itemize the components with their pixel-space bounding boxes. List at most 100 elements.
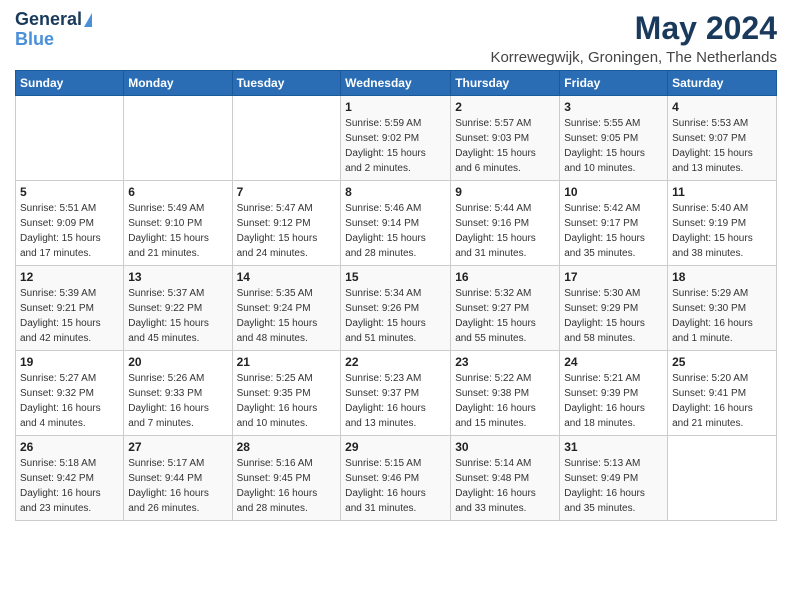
day-info: Sunrise: 5:44 AM Sunset: 9:16 PM Dayligh… bbox=[455, 201, 555, 261]
header-tuesday: Tuesday bbox=[232, 71, 341, 96]
day-number: 26 bbox=[20, 440, 119, 454]
day-info: Sunrise: 5:55 AM Sunset: 9:05 PM Dayligh… bbox=[564, 116, 663, 176]
header: General Blue May 2024 Korrewegwijk, Gron… bbox=[15, 10, 777, 66]
day-number: 12 bbox=[20, 270, 119, 284]
day-info: Sunrise: 5:22 AM Sunset: 9:38 PM Dayligh… bbox=[455, 371, 555, 431]
calendar-cell: 24Sunrise: 5:21 AM Sunset: 9:39 PM Dayli… bbox=[560, 351, 668, 436]
day-number: 3 bbox=[564, 100, 663, 114]
calendar-cell: 17 Sunrise: 5:30 AM Sunset: 9:29 PM Dayli… bbox=[560, 266, 668, 351]
calendar-cell: 16Sunrise: 5:32 AM Sunset: 9:27 PM Dayli… bbox=[451, 266, 560, 351]
calendar-cell: 29 Sunrise: 5:15 AM Sunset: 9:46 PM Dayli… bbox=[341, 436, 451, 521]
main-title: May 2024 bbox=[490, 10, 777, 47]
day-info: Sunrise: 5:30 AM Sunset: 9:29 PM Dayligh… bbox=[564, 286, 663, 346]
subtitle: Korrewegwijk, Groningen, The Netherlands bbox=[490, 49, 777, 66]
week-row-3: 12 Sunrise: 5:39 AM Sunset: 9:21 PM Dayli… bbox=[16, 266, 777, 351]
calendar-cell: 11 Sunrise: 5:40 AM Sunset: 9:19 PM Dayli… bbox=[668, 181, 777, 266]
weekday-header-row: Sunday Monday Tuesday Wednesday Thursday… bbox=[16, 71, 777, 96]
header-friday: Friday bbox=[560, 71, 668, 96]
day-number: 20 bbox=[128, 355, 227, 369]
day-info: Sunrise: 5:59 AM Sunset: 9:02 PM Dayligh… bbox=[345, 116, 446, 176]
calendar-cell: 5 Sunrise: 5:51 AM Sunset: 9:09 PM Daylig… bbox=[16, 181, 124, 266]
logo-triangle-icon bbox=[84, 13, 92, 27]
day-info: Sunrise: 5:13 AM Sunset: 9:49 PM Dayligh… bbox=[564, 456, 663, 516]
day-info: Sunrise: 5:17 AM Sunset: 9:44 PM Dayligh… bbox=[128, 456, 227, 516]
day-info: Sunrise: 5:57 AM Sunset: 9:03 PM Dayligh… bbox=[455, 116, 555, 176]
week-row-1: 1 Sunrise: 5:59 AM Sunset: 9:02 PM Daylig… bbox=[16, 96, 777, 181]
calendar-cell: 15Sunrise: 5:34 AM Sunset: 9:26 PM Dayli… bbox=[341, 266, 451, 351]
day-number: 7 bbox=[237, 185, 337, 199]
day-number: 15 bbox=[345, 270, 446, 284]
day-info: Sunrise: 5:18 AM Sunset: 9:42 PM Dayligh… bbox=[20, 456, 119, 516]
day-number: 31 bbox=[564, 440, 663, 454]
calendar-cell: 23 Sunrise: 5:22 AM Sunset: 9:38 PM Dayli… bbox=[451, 351, 560, 436]
header-wednesday: Wednesday bbox=[341, 71, 451, 96]
day-info: Sunrise: 5:27 AM Sunset: 9:32 PM Dayligh… bbox=[20, 371, 119, 431]
day-info: Sunrise: 5:32 AM Sunset: 9:27 PM Dayligh… bbox=[455, 286, 555, 346]
header-sunday: Sunday bbox=[16, 71, 124, 96]
calendar-cell: 18 Sunrise: 5:29 AM Sunset: 9:30 PM Dayli… bbox=[668, 266, 777, 351]
week-row-4: 19 Sunrise: 5:27 AM Sunset: 9:32 PM Dayli… bbox=[16, 351, 777, 436]
day-info: Sunrise: 5:26 AM Sunset: 9:33 PM Dayligh… bbox=[128, 371, 227, 431]
calendar-cell: 30Sunrise: 5:14 AM Sunset: 9:48 PM Dayli… bbox=[451, 436, 560, 521]
day-number: 19 bbox=[20, 355, 119, 369]
day-number: 4 bbox=[672, 100, 772, 114]
calendar-cell: 12 Sunrise: 5:39 AM Sunset: 9:21 PM Dayli… bbox=[16, 266, 124, 351]
calendar-cell: 21 Sunrise: 5:25 AM Sunset: 9:35 PM Dayli… bbox=[232, 351, 341, 436]
header-saturday: Saturday bbox=[668, 71, 777, 96]
header-thursday: Thursday bbox=[451, 71, 560, 96]
calendar-cell bbox=[232, 96, 341, 181]
logo-text-line2: Blue bbox=[15, 30, 54, 50]
day-info: Sunrise: 5:40 AM Sunset: 9:19 PM Dayligh… bbox=[672, 201, 772, 261]
day-info: Sunrise: 5:53 AM Sunset: 9:07 PM Dayligh… bbox=[672, 116, 772, 176]
calendar-cell: 19 Sunrise: 5:27 AM Sunset: 9:32 PM Dayli… bbox=[16, 351, 124, 436]
day-info: Sunrise: 5:37 AM Sunset: 9:22 PM Dayligh… bbox=[128, 286, 227, 346]
day-info: Sunrise: 5:20 AM Sunset: 9:41 PM Dayligh… bbox=[672, 371, 772, 431]
day-info: Sunrise: 5:29 AM Sunset: 9:30 PM Dayligh… bbox=[672, 286, 772, 346]
day-number: 17 bbox=[564, 270, 663, 284]
day-info: Sunrise: 5:46 AM Sunset: 9:14 PM Dayligh… bbox=[345, 201, 446, 261]
calendar-cell: 14Sunrise: 5:35 AM Sunset: 9:24 PM Dayli… bbox=[232, 266, 341, 351]
day-number: 2 bbox=[455, 100, 555, 114]
header-monday: Monday bbox=[124, 71, 232, 96]
calendar-cell bbox=[16, 96, 124, 181]
day-info: Sunrise: 5:39 AM Sunset: 9:21 PM Dayligh… bbox=[20, 286, 119, 346]
calendar-cell: 26 Sunrise: 5:18 AM Sunset: 9:42 PM Dayli… bbox=[16, 436, 124, 521]
calendar: Sunday Monday Tuesday Wednesday Thursday… bbox=[15, 70, 777, 521]
day-info: Sunrise: 5:15 AM Sunset: 9:46 PM Dayligh… bbox=[345, 456, 446, 516]
calendar-cell: 22Sunrise: 5:23 AM Sunset: 9:37 PM Dayli… bbox=[341, 351, 451, 436]
day-number: 23 bbox=[455, 355, 555, 369]
calendar-cell: 1 Sunrise: 5:59 AM Sunset: 9:02 PM Daylig… bbox=[341, 96, 451, 181]
day-number: 25 bbox=[672, 355, 772, 369]
calendar-cell: 3 Sunrise: 5:55 AM Sunset: 9:05 PM Daylig… bbox=[560, 96, 668, 181]
calendar-cell: 7 Sunrise: 5:47 AM Sunset: 9:12 PM Daylig… bbox=[232, 181, 341, 266]
day-number: 6 bbox=[128, 185, 227, 199]
calendar-cell: 13Sunrise: 5:37 AM Sunset: 9:22 PM Dayli… bbox=[124, 266, 232, 351]
calendar-cell: 9 Sunrise: 5:44 AM Sunset: 9:16 PM Daylig… bbox=[451, 181, 560, 266]
day-number: 5 bbox=[20, 185, 119, 199]
day-number: 30 bbox=[455, 440, 555, 454]
calendar-cell: 8 Sunrise: 5:46 AM Sunset: 9:14 PM Daylig… bbox=[341, 181, 451, 266]
week-row-2: 5 Sunrise: 5:51 AM Sunset: 9:09 PM Daylig… bbox=[16, 181, 777, 266]
day-info: Sunrise: 5:42 AM Sunset: 9:17 PM Dayligh… bbox=[564, 201, 663, 261]
day-number: 28 bbox=[237, 440, 337, 454]
day-info: Sunrise: 5:49 AM Sunset: 9:10 PM Dayligh… bbox=[128, 201, 227, 261]
calendar-cell: 2 Sunrise: 5:57 AM Sunset: 9:03 PM Daylig… bbox=[451, 96, 560, 181]
day-number: 11 bbox=[672, 185, 772, 199]
calendar-cell: 25 Sunrise: 5:20 AM Sunset: 9:41 PM Dayli… bbox=[668, 351, 777, 436]
logo-text-line1: General bbox=[15, 10, 82, 30]
day-number: 29 bbox=[345, 440, 446, 454]
day-number: 18 bbox=[672, 270, 772, 284]
calendar-cell: 28 Sunrise: 5:16 AM Sunset: 9:45 PM Dayli… bbox=[232, 436, 341, 521]
calendar-cell: 4 Sunrise: 5:53 AM Sunset: 9:07 PM Daylig… bbox=[668, 96, 777, 181]
day-info: Sunrise: 5:25 AM Sunset: 9:35 PM Dayligh… bbox=[237, 371, 337, 431]
day-info: Sunrise: 5:47 AM Sunset: 9:12 PM Dayligh… bbox=[237, 201, 337, 261]
day-number: 8 bbox=[345, 185, 446, 199]
day-number: 1 bbox=[345, 100, 446, 114]
day-number: 21 bbox=[237, 355, 337, 369]
day-info: Sunrise: 5:35 AM Sunset: 9:24 PM Dayligh… bbox=[237, 286, 337, 346]
calendar-cell bbox=[124, 96, 232, 181]
day-number: 9 bbox=[455, 185, 555, 199]
day-info: Sunrise: 5:16 AM Sunset: 9:45 PM Dayligh… bbox=[237, 456, 337, 516]
day-number: 27 bbox=[128, 440, 227, 454]
day-info: Sunrise: 5:51 AM Sunset: 9:09 PM Dayligh… bbox=[20, 201, 119, 261]
